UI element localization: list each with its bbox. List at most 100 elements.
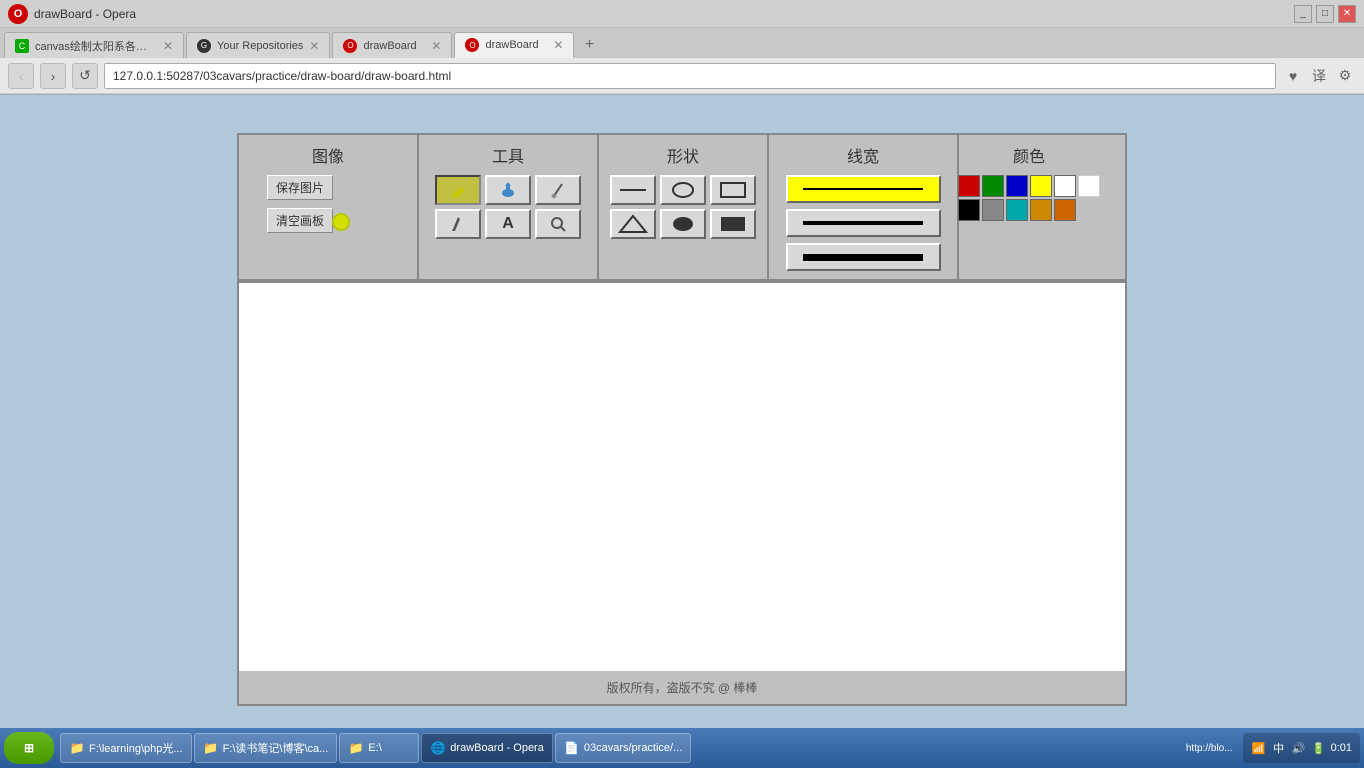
title-bar: O drawBoard - Opera _ □ ✕: [0, 0, 1364, 28]
line-shape-icon: [618, 180, 648, 200]
eyedropper-tool-button[interactable]: [535, 175, 581, 205]
color-yellow[interactable]: [1030, 175, 1052, 197]
taskbar-item-e-label: E:\: [368, 742, 381, 754]
shape-section-header: 形状: [667, 143, 699, 167]
tray-lang-icon: 中: [1271, 740, 1287, 756]
tools-section: 工具: [419, 135, 599, 279]
thick-linewidth-button[interactable]: [786, 243, 941, 271]
tab-github-label: Your Repositories: [217, 40, 303, 52]
tray-volume-icon: 🔊: [1291, 740, 1307, 756]
pen-icon: [448, 214, 468, 234]
taskbar-tray: 📶 中 🔊 🔋 0:01: [1243, 733, 1360, 763]
circle-fill-shape-button[interactable]: [660, 209, 706, 239]
rect-fill-shape-button[interactable]: [710, 209, 756, 239]
window-title: drawBoard - Opera: [34, 7, 136, 21]
bookmarks-icon[interactable]: ♥: [1282, 65, 1304, 87]
clear-board-button[interactable]: 清空画板: [267, 208, 333, 233]
triangle-outline-shape-icon: [618, 214, 648, 234]
tray-time: 0:01: [1331, 742, 1352, 754]
taskbar-item-opera[interactable]: 🌐 drawBoard - Opera: [421, 733, 553, 763]
rect-outline-shape-button[interactable]: [710, 175, 756, 205]
save-image-button[interactable]: 保存图片: [267, 175, 333, 200]
tab-drawboard1-close-icon[interactable]: ✕: [431, 39, 441, 53]
triangle-outline-shape-button[interactable]: [610, 209, 656, 239]
tab-canvas[interactable]: C canvas绘制太阳系各行星 ✕: [4, 32, 184, 58]
taskbar-item-practice[interactable]: 📄 03cavars/practice/...: [555, 733, 691, 763]
canvas-favicon-icon: C: [15, 39, 29, 53]
thick-line-indicator: [803, 254, 924, 261]
color-blue[interactable]: [1006, 175, 1028, 197]
drawing-canvas[interactable]: [239, 281, 1125, 671]
back-button[interactable]: ‹: [8, 63, 34, 89]
medium-line-indicator: [803, 221, 924, 225]
draw-board-app: 图像 保存图片 清空画板 工具: [237, 133, 1127, 706]
taskbar-item-opera-label: drawBoard - Opera: [450, 742, 544, 754]
color-dark-orange[interactable]: [1054, 199, 1076, 221]
tray-battery-icon: 🔋: [1311, 740, 1327, 756]
shape-row2: [610, 209, 756, 239]
shape-section: 形状: [599, 135, 769, 279]
circle-outline-shape-icon: [668, 180, 698, 200]
translate-icon[interactable]: 译: [1308, 65, 1330, 87]
text-tool-button[interactable]: A: [485, 209, 531, 239]
color-orange[interactable]: [1030, 199, 1052, 221]
tab-drawboard2-label: drawBoard: [485, 39, 547, 51]
taskbar-opera-icon: 🌐: [430, 740, 446, 756]
start-label: ⊞: [24, 741, 34, 755]
url-text: 127.0.0.1:50287/03cavars/practice/draw-b…: [113, 69, 451, 83]
tools-row2: A: [435, 209, 581, 239]
color-section: 颜色: [959, 135, 1099, 279]
image-buttons: 保存图片 清空画板: [247, 175, 409, 233]
rect-fill-shape-icon: [718, 214, 748, 234]
shape-row1: [610, 175, 756, 205]
line-shape-button[interactable]: [610, 175, 656, 205]
start-button[interactable]: ⊞: [4, 732, 54, 764]
taskbar-item-php[interactable]: 📁 F:\learning\php光...: [60, 733, 192, 763]
medium-linewidth-button[interactable]: [786, 209, 941, 237]
url-bar[interactable]: 127.0.0.1:50287/03cavars/practice/draw-b…: [104, 63, 1276, 89]
color-section-header: 颜色: [1013, 143, 1045, 167]
tab-drawboard1[interactable]: O drawBoard ✕: [332, 32, 452, 58]
forward-button[interactable]: ›: [40, 63, 66, 89]
tab-drawboard2[interactable]: O drawBoard ✕: [454, 32, 574, 58]
zoom-tool-button[interactable]: [535, 209, 581, 239]
image-section-header: 图像: [312, 143, 344, 167]
minimize-button[interactable]: _: [1294, 5, 1312, 23]
fill-tool-button[interactable]: [485, 175, 531, 205]
pencil-tool-button[interactable]: [435, 175, 481, 205]
pen-tool-button[interactable]: [435, 209, 481, 239]
eyedropper-icon: [548, 180, 568, 200]
color-gray[interactable]: [982, 199, 1004, 221]
color-white2[interactable]: [1078, 175, 1100, 197]
tab-bar: C canvas绘制太阳系各行星 ✕ G Your Repositories ✕…: [0, 28, 1364, 58]
color-black[interactable]: [958, 199, 980, 221]
tab-github[interactable]: G Your Repositories ✕: [186, 32, 330, 58]
taskbar-item-blog-label: F:\读书笔记\博客\ca...: [223, 740, 329, 756]
tab-github-close-icon[interactable]: ✕: [309, 39, 319, 53]
tab-canvas-close-icon[interactable]: ✕: [163, 39, 173, 53]
shape-grid: [610, 175, 756, 239]
rect-outline-shape-icon: [718, 180, 748, 200]
color-cyan[interactable]: [1006, 199, 1028, 221]
taskbar-item-e[interactable]: 📁 E:\: [339, 733, 419, 763]
circle-outline-shape-button[interactable]: [660, 175, 706, 205]
tools-row1: [435, 175, 581, 205]
close-button[interactable]: ✕: [1338, 5, 1356, 23]
tray-network-icon: 📶: [1251, 740, 1267, 756]
tab-drawboard1-label: drawBoard: [363, 40, 425, 52]
refresh-button[interactable]: ↺: [72, 63, 98, 89]
settings-icon[interactable]: ⚙: [1334, 65, 1356, 87]
taskbar-item-php-label: F:\learning\php光...: [89, 740, 183, 756]
taskbar-item-blog[interactable]: 📁 F:\读书笔记\博客\ca...: [194, 733, 338, 763]
taskbar-folder-icon2: 📁: [203, 740, 219, 756]
taskbar-folder-icon3: 📁: [348, 740, 364, 756]
thin-linewidth-button[interactable]: [786, 175, 941, 203]
color-red[interactable]: [958, 175, 980, 197]
new-tab-button[interactable]: +: [576, 32, 602, 58]
color-white[interactable]: [1054, 175, 1076, 197]
linewidth-section: 线宽: [769, 135, 959, 279]
tab-drawboard2-close-icon[interactable]: ✕: [553, 38, 563, 52]
thin-line-indicator: [803, 188, 924, 190]
color-green[interactable]: [982, 175, 1004, 197]
maximize-button[interactable]: □: [1316, 5, 1334, 23]
